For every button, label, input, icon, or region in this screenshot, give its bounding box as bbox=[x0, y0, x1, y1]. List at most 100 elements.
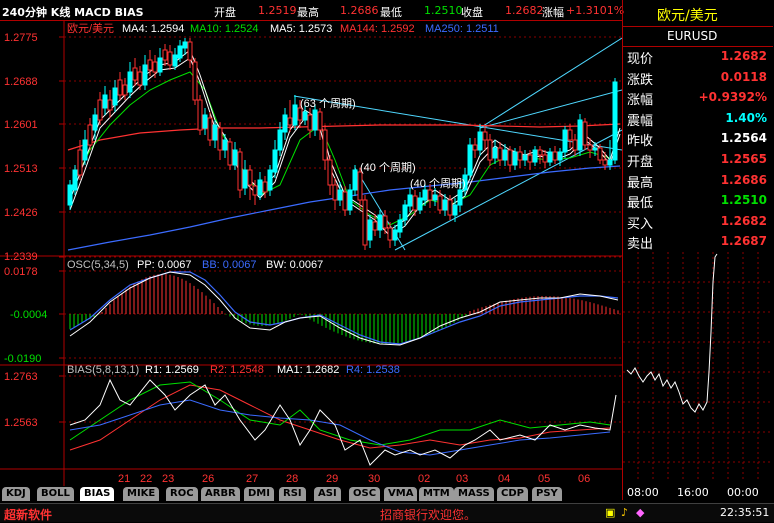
candle-body bbox=[107, 99, 113, 111]
cycle-annotation: (63 个周期) bbox=[300, 97, 356, 110]
candle-body bbox=[412, 195, 418, 211]
status-bar: 超新软件 招商银行欢迎您。 ▣ ♪ ◆ 22:35:51 bbox=[0, 503, 774, 522]
tab-cdp[interactable]: CDP bbox=[497, 487, 528, 501]
candle-body bbox=[552, 151, 558, 161]
lock-icon[interactable]: ▣ bbox=[605, 506, 615, 519]
open-label: 开盘 bbox=[214, 6, 236, 19]
welcome-message: 招商银行欢迎您。 bbox=[380, 508, 477, 522]
tab-mtm[interactable]: MTM bbox=[419, 487, 454, 501]
tab-kdj[interactable]: KDJ bbox=[2, 487, 30, 501]
candle-body bbox=[492, 147, 498, 159]
tab-rsi[interactable]: RSI bbox=[279, 487, 306, 501]
candle-body bbox=[242, 169, 248, 189]
tab-dmi[interactable]: DMI bbox=[244, 487, 274, 501]
candle-body bbox=[257, 179, 263, 196]
candle-body bbox=[147, 59, 153, 71]
candle-body bbox=[597, 147, 603, 161]
quote-row-label: 最高 bbox=[627, 175, 654, 191]
quote-row: 开盘 1.2565 bbox=[623, 149, 773, 170]
candle-body bbox=[172, 54, 178, 67]
sound-icon[interactable]: ♪ bbox=[621, 506, 628, 519]
quote-row: 昨收 1.2564 bbox=[623, 128, 773, 149]
cycle-annotation: (40 个周期) bbox=[410, 177, 466, 190]
quote-row: 买入 1.2682 bbox=[623, 211, 773, 232]
x-tick-label: 29 bbox=[326, 473, 338, 485]
x-tick-label: 21 bbox=[118, 473, 130, 485]
candle-body bbox=[97, 99, 103, 121]
candle-body bbox=[222, 139, 228, 151]
candle-body bbox=[122, 84, 128, 96]
candle-body bbox=[322, 129, 328, 161]
candle-body bbox=[567, 129, 573, 141]
quote-row-label: 开盘 bbox=[627, 155, 654, 170]
candle-body bbox=[442, 199, 448, 211]
ma10-legend: MA10: 1.2524 bbox=[190, 23, 259, 35]
candle-body bbox=[537, 149, 543, 156]
bias-legend-r4: R4: 1.2538 bbox=[346, 364, 400, 376]
candle-body bbox=[437, 195, 443, 211]
tab-vma[interactable]: VMA bbox=[384, 487, 418, 501]
candle-body bbox=[422, 189, 428, 201]
candle-body bbox=[277, 129, 283, 151]
candle-body bbox=[212, 124, 218, 141]
tab-asi[interactable]: ASI bbox=[314, 487, 341, 501]
price-chart-area[interactable]: 1.2775 1.2688 1.2601 1.2513 1.2426 1.233… bbox=[0, 20, 622, 486]
candle-body bbox=[397, 219, 403, 233]
tab-arbr[interactable]: ARBR bbox=[201, 487, 240, 501]
candle-body bbox=[512, 151, 518, 166]
time-axis-label: 08:00 bbox=[627, 486, 659, 499]
y-tick-label: 1.2601 bbox=[4, 119, 38, 131]
candle-body bbox=[272, 149, 278, 173]
candle-body bbox=[577, 119, 583, 151]
tab-mass[interactable]: MASS bbox=[454, 487, 494, 501]
candle-body bbox=[562, 129, 568, 153]
tab-psy[interactable]: PSY bbox=[532, 487, 562, 501]
open-value: 1.2519 bbox=[258, 4, 297, 17]
candle-body bbox=[337, 189, 343, 201]
candle-body bbox=[607, 159, 613, 166]
indicator-tabs: KDJ BOLL BIAS MIKE ROC ARBR DMI RSI ASI OSC VMA MTM… bbox=[0, 486, 622, 503]
candle-body bbox=[467, 144, 473, 176]
candle-body bbox=[452, 204, 458, 216]
candle-body bbox=[192, 61, 198, 101]
candle-body bbox=[382, 215, 388, 229]
candle-body bbox=[112, 87, 118, 106]
candle-body bbox=[447, 199, 453, 216]
quote-row-label: 买入 bbox=[627, 216, 654, 232]
candle-body bbox=[227, 141, 233, 166]
candle-body bbox=[207, 117, 213, 141]
candle-body bbox=[202, 114, 208, 129]
osc-y-tick-label: -0.0004 bbox=[10, 309, 47, 321]
bias-y-tick-label: 1.2763 bbox=[4, 371, 38, 383]
candle-body bbox=[377, 214, 383, 231]
tab-boll[interactable]: BOLL bbox=[37, 487, 74, 501]
quote-row-value: 1.2682 bbox=[720, 49, 767, 63]
tab-roc[interactable]: ROC bbox=[166, 487, 198, 501]
candle-body bbox=[317, 111, 323, 131]
candle-body bbox=[372, 221, 378, 231]
candle-body bbox=[457, 189, 463, 206]
candle-body bbox=[67, 184, 73, 206]
tab-osc[interactable]: OSC bbox=[349, 487, 381, 501]
candle-body bbox=[612, 81, 618, 161]
candle-body bbox=[497, 147, 503, 161]
y-tick-label: 1.2426 bbox=[4, 207, 38, 219]
intraday-chart[interactable] bbox=[623, 252, 773, 486]
tab-bias[interactable]: BIAS bbox=[80, 487, 115, 501]
ma250-legend: MA250: 1.2511 bbox=[425, 23, 499, 35]
network-icon[interactable]: ◆ bbox=[636, 506, 644, 519]
candle-body bbox=[232, 149, 238, 166]
candle-body bbox=[302, 111, 308, 121]
quote-panel: 欧元/美元 EURUSD 现价 1.2682 涨跌 0.0118 涨幅 +0.9392% 震… bbox=[622, 0, 774, 500]
x-tick-label: 23 bbox=[162, 473, 174, 485]
quote-symbol-code: EURUSD bbox=[667, 29, 718, 43]
candle-body bbox=[102, 94, 108, 109]
candle-body bbox=[142, 64, 148, 86]
quote-row-label: 震幅 bbox=[627, 113, 654, 129]
candle-body bbox=[282, 114, 288, 133]
candle-body bbox=[72, 169, 78, 191]
candle-body bbox=[307, 114, 313, 131]
quote-row-value: 1.2682 bbox=[720, 213, 767, 228]
tab-mike[interactable]: MIKE bbox=[123, 487, 160, 501]
candle-body bbox=[177, 45, 183, 59]
